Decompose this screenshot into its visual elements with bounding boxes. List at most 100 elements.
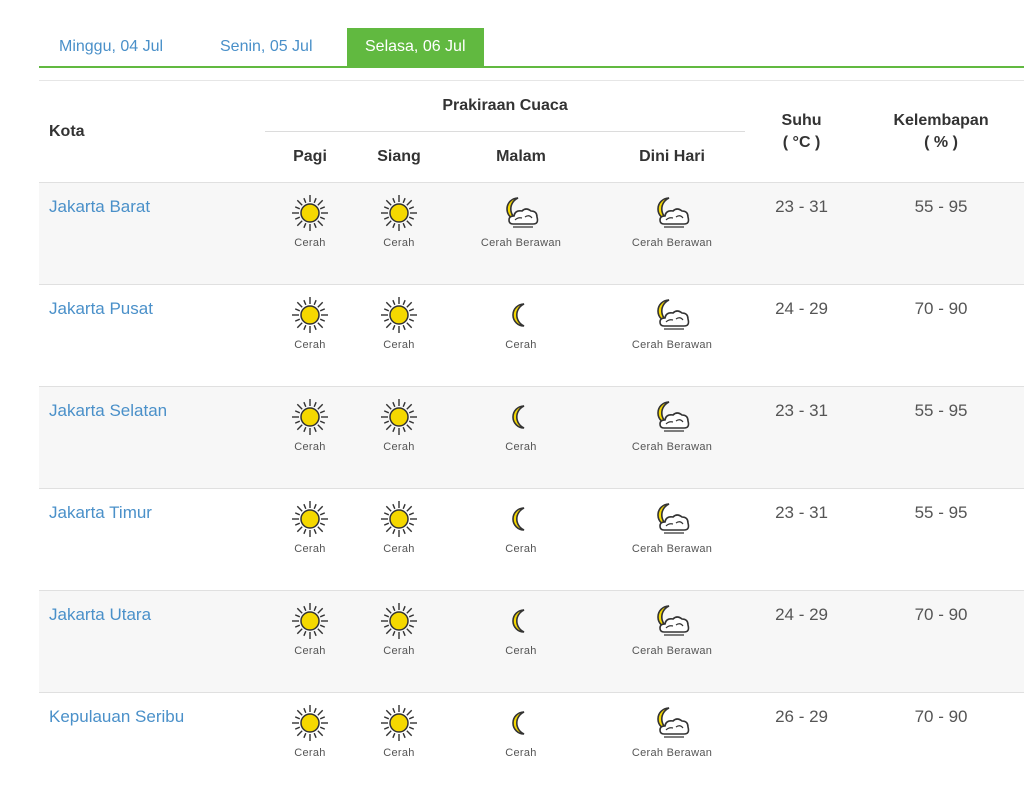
header-suhu: Suhu ( °C ) bbox=[745, 81, 858, 183]
forecast-desc: Cerah Berawan bbox=[600, 645, 744, 657]
sun-icon bbox=[290, 397, 330, 437]
moon-cloud-icon bbox=[652, 397, 692, 437]
tab-underline bbox=[39, 66, 1024, 68]
forecast-desc: Cerah bbox=[444, 543, 598, 555]
forecast-desc: Cerah bbox=[444, 747, 598, 759]
forecast-malam-cell: Cerah bbox=[443, 489, 599, 591]
forecast-desc: Cerah bbox=[356, 237, 442, 249]
table-row: Jakarta PusatCerahCerahCerahCerah Berawa… bbox=[39, 285, 1024, 387]
sun-icon bbox=[290, 499, 330, 539]
header-kelembapan: Kelembapan ( % ) bbox=[858, 81, 1024, 183]
suhu-value: 23 - 31 bbox=[745, 183, 858, 285]
forecast-desc: Cerah bbox=[266, 645, 354, 657]
forecast-pagi-cell: Cerah bbox=[265, 693, 355, 794]
forecast-malam-cell: Cerah bbox=[443, 693, 599, 794]
city-link[interactable]: Jakarta Selatan bbox=[49, 401, 167, 420]
moon-cloud-icon bbox=[652, 601, 692, 641]
moon-icon bbox=[501, 499, 541, 539]
header-suhu-label: Suhu bbox=[746, 110, 857, 132]
city-cell: Jakarta Utara bbox=[39, 591, 265, 693]
forecast-siang-cell: Cerah bbox=[355, 591, 443, 693]
suhu-value: 24 - 29 bbox=[745, 591, 858, 693]
forecast-desc: Cerah bbox=[356, 339, 442, 351]
day-tabs: Minggu, 04 Jul Senin, 05 Jul Selasa, 06 … bbox=[39, 28, 1024, 66]
tab-minggu-04-jul[interactable]: Minggu, 04 Jul bbox=[59, 28, 163, 66]
moon-icon bbox=[501, 295, 541, 335]
moon-cloud-icon bbox=[652, 193, 692, 233]
city-link[interactable]: Jakarta Utara bbox=[49, 605, 151, 624]
moon-cloud-icon bbox=[652, 295, 692, 335]
weather-table: Kota Prakiraan Cuaca Suhu ( °C ) Kelemba… bbox=[39, 80, 1024, 794]
table-row: Jakarta BaratCerahCerahCerah BerawanCera… bbox=[39, 183, 1024, 285]
forecast-desc: Cerah Berawan bbox=[444, 237, 598, 249]
forecast-dini-cell: Cerah Berawan bbox=[599, 183, 745, 285]
forecast-siang-cell: Cerah bbox=[355, 693, 443, 794]
forecast-desc: Cerah Berawan bbox=[600, 543, 744, 555]
forecast-siang-cell: Cerah bbox=[355, 285, 443, 387]
header-dini-hari: Dini Hari bbox=[599, 132, 745, 183]
forecast-dini-cell: Cerah Berawan bbox=[599, 591, 745, 693]
sun-icon bbox=[290, 703, 330, 743]
forecast-malam-cell: Cerah bbox=[443, 285, 599, 387]
header-malam: Malam bbox=[443, 132, 599, 183]
forecast-desc: Cerah bbox=[266, 237, 354, 249]
forecast-desc: Cerah bbox=[444, 441, 598, 453]
sun-icon bbox=[379, 193, 419, 233]
header-kelembapan-label: Kelembapan bbox=[859, 110, 1023, 132]
forecast-desc: Cerah bbox=[356, 441, 442, 453]
kelembapan-value: 70 - 90 bbox=[858, 693, 1024, 794]
forecast-desc: Cerah bbox=[444, 339, 598, 351]
forecast-pagi-cell: Cerah bbox=[265, 591, 355, 693]
header-pagi: Pagi bbox=[265, 132, 355, 183]
table-row: Kepulauan SeribuCerahCerahCerahCerah Ber… bbox=[39, 693, 1024, 794]
forecast-pagi-cell: Cerah bbox=[265, 489, 355, 591]
suhu-value: 23 - 31 bbox=[745, 489, 858, 591]
tab-senin-05-jul[interactable]: Senin, 05 Jul bbox=[220, 28, 313, 66]
sun-icon bbox=[379, 703, 419, 743]
forecast-dini-cell: Cerah Berawan bbox=[599, 693, 745, 794]
city-cell: Jakarta Timur bbox=[39, 489, 265, 591]
sun-icon bbox=[290, 295, 330, 335]
forecast-siang-cell: Cerah bbox=[355, 387, 443, 489]
header-suhu-unit: ( °C ) bbox=[746, 132, 857, 154]
header-prakiraan-cuaca: Prakiraan Cuaca bbox=[265, 81, 745, 132]
table-row: Jakarta TimurCerahCerahCerahCerah Berawa… bbox=[39, 489, 1024, 591]
city-link[interactable]: Jakarta Barat bbox=[49, 197, 150, 216]
forecast-dini-cell: Cerah Berawan bbox=[599, 387, 745, 489]
city-cell: Jakarta Barat bbox=[39, 183, 265, 285]
kelembapan-value: 70 - 90 bbox=[858, 285, 1024, 387]
city-link[interactable]: Jakarta Pusat bbox=[49, 299, 153, 318]
city-cell: Jakarta Pusat bbox=[39, 285, 265, 387]
sun-icon bbox=[379, 601, 419, 641]
forecast-malam-cell: Cerah bbox=[443, 591, 599, 693]
table-row: Jakarta UtaraCerahCerahCerahCerah Berawa… bbox=[39, 591, 1024, 693]
city-link[interactable]: Kepulauan Seribu bbox=[49, 707, 184, 726]
moon-cloud-icon bbox=[652, 703, 692, 743]
forecast-dini-cell: Cerah Berawan bbox=[599, 489, 745, 591]
sun-icon bbox=[379, 499, 419, 539]
city-link[interactable]: Jakarta Timur bbox=[49, 503, 152, 522]
forecast-desc: Cerah bbox=[356, 747, 442, 759]
forecast-desc: Cerah bbox=[266, 747, 354, 759]
moon-cloud-icon bbox=[501, 193, 541, 233]
forecast-desc: Cerah bbox=[444, 645, 598, 657]
kelembapan-value: 55 - 95 bbox=[858, 183, 1024, 285]
sun-icon bbox=[290, 601, 330, 641]
city-cell: Kepulauan Seribu bbox=[39, 693, 265, 794]
header-siang: Siang bbox=[355, 132, 443, 183]
forecast-pagi-cell: Cerah bbox=[265, 387, 355, 489]
tab-selasa-06-jul[interactable]: Selasa, 06 Jul bbox=[347, 28, 484, 66]
kelembapan-value: 55 - 95 bbox=[858, 489, 1024, 591]
forecast-malam-cell: Cerah bbox=[443, 387, 599, 489]
city-cell: Jakarta Selatan bbox=[39, 387, 265, 489]
moon-icon bbox=[501, 397, 541, 437]
sun-icon bbox=[379, 397, 419, 437]
suhu-value: 26 - 29 bbox=[745, 693, 858, 794]
moon-icon bbox=[501, 703, 541, 743]
forecast-desc: Cerah Berawan bbox=[600, 339, 744, 351]
forecast-siang-cell: Cerah bbox=[355, 489, 443, 591]
suhu-value: 23 - 31 bbox=[745, 387, 858, 489]
table-row: Jakarta SelatanCerahCerahCerahCerah Bera… bbox=[39, 387, 1024, 489]
kelembapan-value: 70 - 90 bbox=[858, 591, 1024, 693]
header-kelembapan-unit: ( % ) bbox=[859, 132, 1023, 154]
